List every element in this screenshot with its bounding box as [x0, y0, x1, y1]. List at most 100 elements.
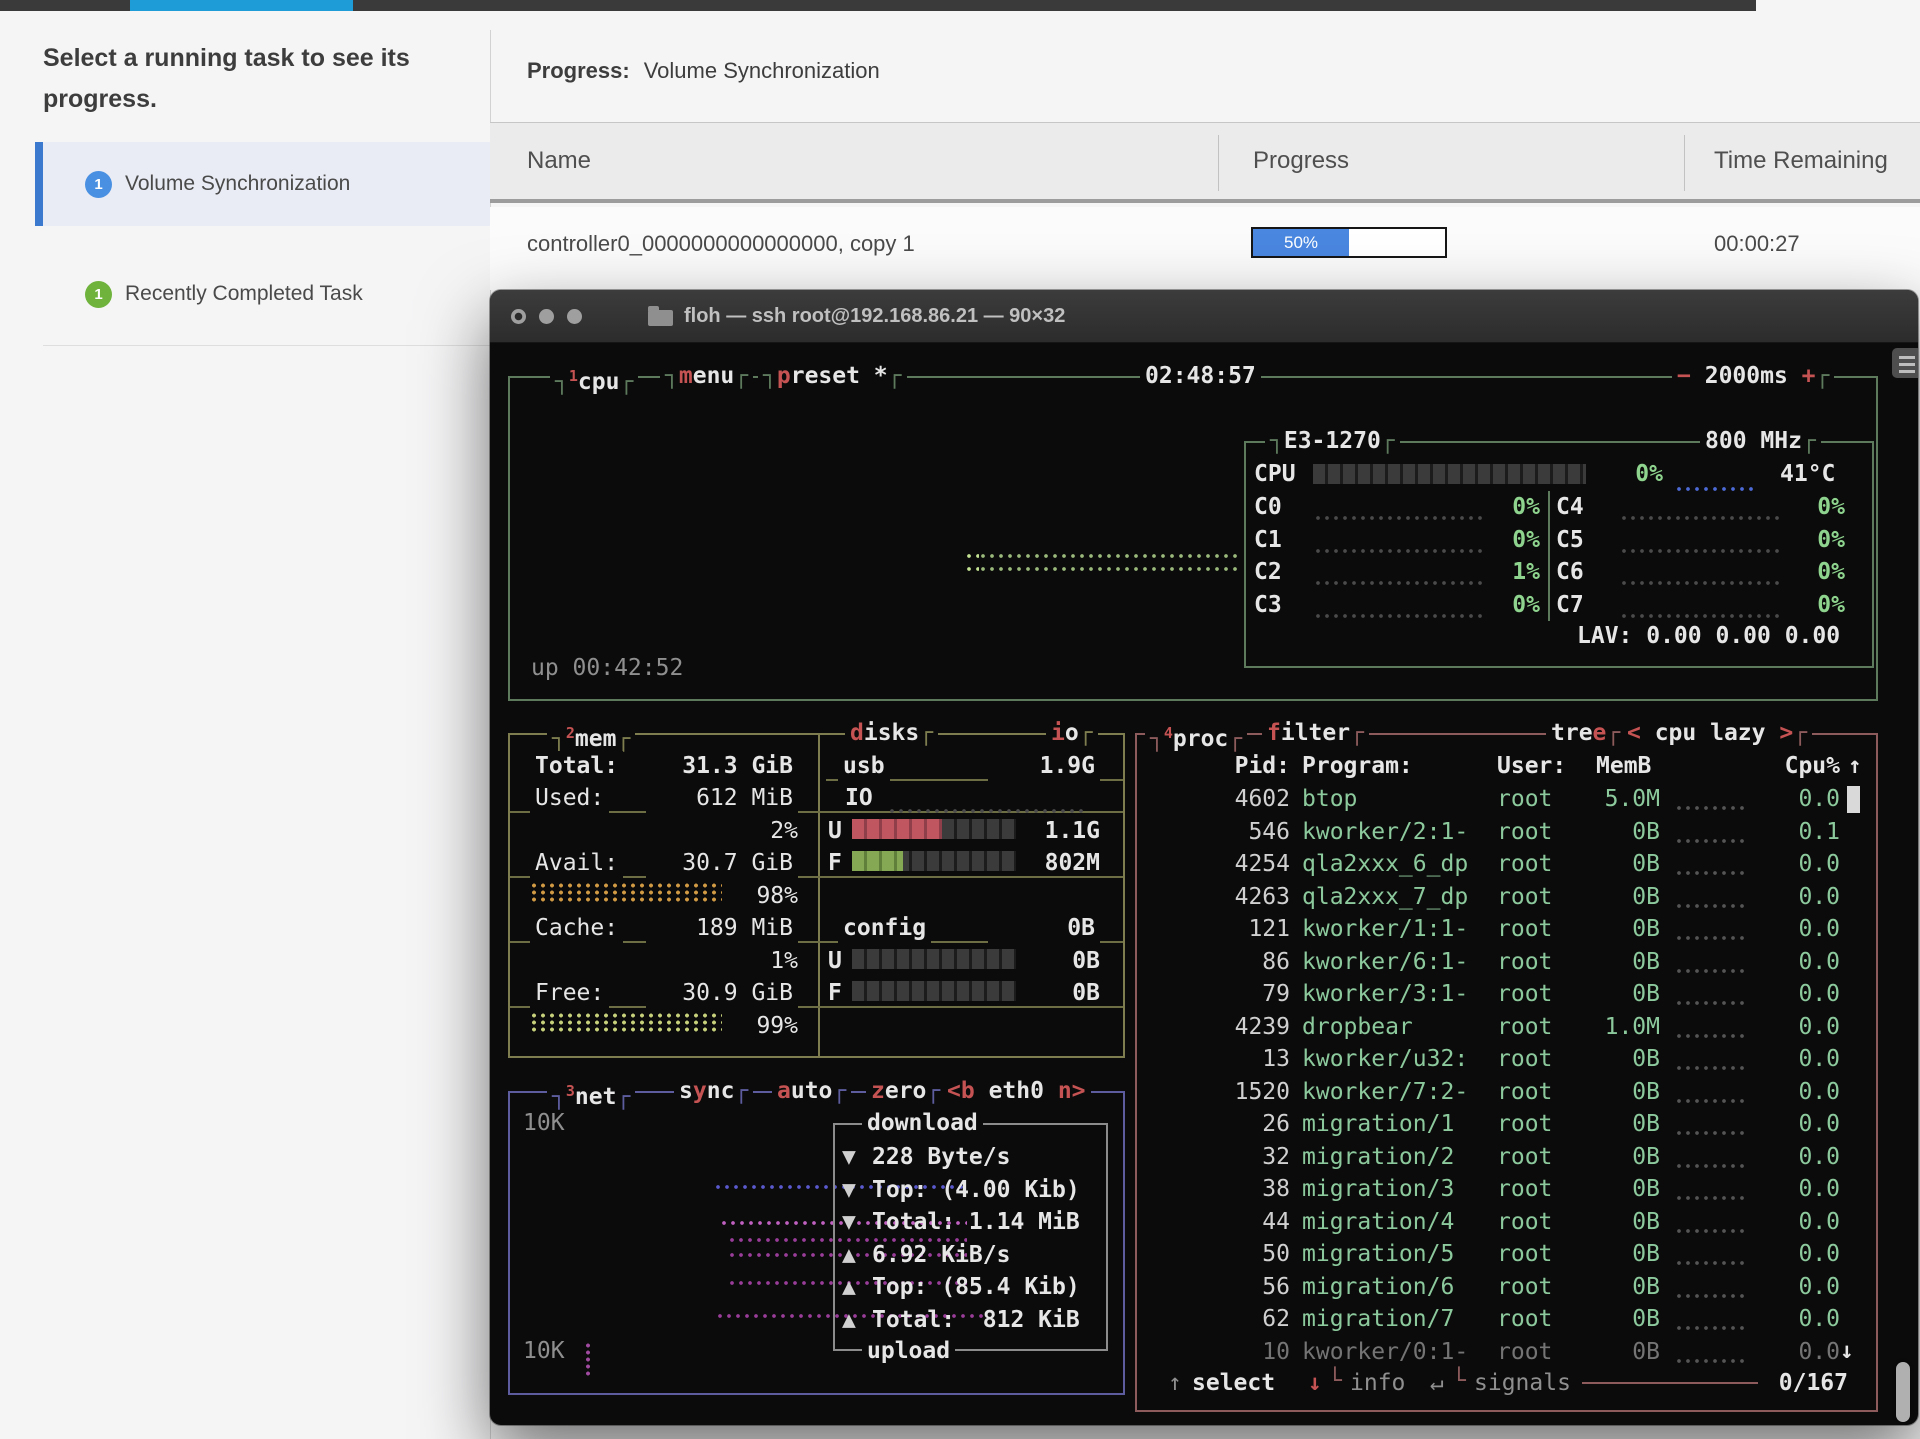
notch-icon: ┌ — [1078, 720, 1093, 746]
proc-header-pid[interactable]: Pid: — [1190, 751, 1290, 781]
process-row[interactable]: 4254 qla2xxx_6_dp root 0B 0.0 — [490, 848, 1878, 881]
process-row[interactable]: 26 migration/1 root 0B 0.0 — [490, 1108, 1878, 1141]
window-minimize-button[interactable] — [539, 309, 554, 324]
proc-tree-button[interactable]: tree┌ — [1546, 718, 1626, 748]
btop-preset-button[interactable]: ┐preset *┌ — [758, 361, 907, 391]
notch-icon: ┐ — [1150, 726, 1164, 752]
hotkey: p — [776, 363, 791, 389]
process-cpu-graph — [1677, 967, 1747, 974]
core-row: C6 0% — [490, 556, 1878, 589]
notch-icon: ┌ — [1228, 726, 1243, 752]
interval-plus-button[interactable]: + — [1802, 363, 1816, 389]
process-pid: 44 — [1262, 1208, 1290, 1235]
folder-icon — [648, 306, 673, 326]
sort-prev-button[interactable]: < — [1627, 720, 1641, 746]
process-row[interactable]: 44 migration/4 root 0B 0.0 — [490, 1206, 1878, 1239]
proc-header-user[interactable]: User: — [1497, 751, 1566, 781]
process-mem: 0B — [1632, 1306, 1660, 1332]
select-up-arrow-icon[interactable]: ↑ — [1168, 1368, 1182, 1398]
process-pid: 50 — [1262, 1241, 1290, 1267]
disk-size: 1.9G — [988, 751, 1100, 781]
btop-interval-control[interactable]: − 2000ms +┌ — [1672, 361, 1835, 391]
cpu-total-pct: 0% — [1635, 461, 1663, 487]
interval-minus-button[interactable]: − — [1677, 363, 1691, 389]
proc-sort-switcher[interactable]: < cpu lazy >┌ — [1622, 718, 1813, 748]
process-cpu-graph — [1677, 1130, 1747, 1136]
progress-task-name: Volume Synchronization — [643, 58, 880, 83]
proc-filter-button[interactable]: filter┌ — [1262, 718, 1369, 748]
notch-icon: ┌ — [1606, 720, 1621, 746]
process-row[interactable]: 86 kworker/6:1- root 0B 0.0 — [490, 946, 1878, 979]
process-cpu: 0.0 — [1798, 786, 1840, 812]
process-row[interactable]: 13 kworker/u32: root 0B 0.0 — [490, 1043, 1878, 1076]
proc-scrollbar-thumb[interactable] — [1847, 786, 1860, 813]
process-row[interactable]: 56 migration/6 root 0B 0.0 — [490, 1271, 1878, 1304]
active-tab-indicator[interactable] — [130, 0, 353, 11]
process-mem: 0B — [1632, 1208, 1660, 1235]
process-row[interactable]: 4239 dropbear root 1.0M 0.0 — [490, 1011, 1878, 1044]
process-row[interactable]: 1520 kworker/7:2- root 0B 0.0 — [490, 1076, 1878, 1109]
process-row[interactable]: 10 kworker/0:1- root 0B 0.0 — [490, 1336, 1878, 1369]
proc-header-program[interactable]: Program: — [1302, 751, 1413, 781]
process-user: root — [1497, 818, 1553, 845]
terminal-scrollbar-thumb[interactable] — [1896, 1362, 1910, 1422]
sort-next-button[interactable]: > — [1779, 720, 1793, 746]
process-cpu-graph — [1677, 1000, 1747, 1006]
task-item-volume-synchronization[interactable]: 1 Volume Synchronization — [35, 142, 490, 226]
process-cpu: 0.0 — [1798, 981, 1840, 1007]
window-close-button[interactable] — [511, 309, 526, 324]
mem-total-label: Total: — [530, 751, 624, 781]
process-row[interactable]: 121 kworker/1:1- root 0B 0.0 — [490, 913, 1878, 946]
notch-icon: ┌ — [1815, 363, 1830, 389]
terminal-list-icon[interactable] — [1892, 348, 1918, 378]
process-user: root — [1497, 1338, 1553, 1365]
cpu-total-meter — [1313, 464, 1586, 484]
proc-select-button[interactable]: select — [1192, 1368, 1275, 1398]
process-row[interactable]: 79 kworker/3:1- root 0B 0.0 — [490, 978, 1878, 1011]
process-name: migration/6 — [1302, 1273, 1455, 1300]
disks-title[interactable]: disks┌ — [845, 718, 939, 748]
proc-signals-button[interactable]: signals — [1474, 1368, 1571, 1398]
process-user: root — [1497, 1078, 1553, 1105]
process-pid: 4602 — [1234, 786, 1290, 812]
notch-icon: ┌ — [1801, 428, 1816, 454]
process-row[interactable]: 4263 qla2xxx_7_dp root 0B 0.0 — [490, 881, 1878, 914]
process-row[interactable]: 32 migration/2 root 0B 0.0 — [490, 1141, 1878, 1174]
core-label: C5 — [1556, 526, 1584, 553]
process-pid: 4263 — [1234, 883, 1290, 910]
process-row[interactable]: 50 migration/5 root 0B 0.0 — [490, 1238, 1878, 1271]
btop-proc-box-title[interactable]: ┐4proc┌ — [1145, 718, 1248, 754]
btop-cpu-box-title[interactable]: ┐1cpu┌ — [550, 361, 639, 397]
proc-info-button[interactable]: info — [1350, 1368, 1405, 1398]
disks-io-toggle[interactable]: io┌ — [1046, 718, 1098, 748]
core-list-right: C4 0% C5 0% C6 0% C7 0% — [490, 491, 1878, 621]
scroll-down-arrow-icon[interactable]: ↓ — [1840, 1336, 1854, 1366]
process-cpu-graph — [1677, 870, 1747, 876]
process-mem: 1.0M — [1604, 1013, 1660, 1040]
process-cpu-graph — [1677, 1325, 1747, 1331]
column-name[interactable]: Name — [527, 147, 591, 175]
process-user: root — [1497, 883, 1553, 910]
process-mem: 0B — [1632, 1111, 1660, 1137]
process-cpu-graph — [1677, 1227, 1747, 1234]
terminal-titlebar[interactable]: floh — ssh root@192.168.86.21 — 90×32 — [490, 290, 1918, 343]
process-row[interactable]: 4602 btop root 5.0M 0.0 — [490, 783, 1878, 816]
proc-header-cpu[interactable]: Cpu% — [1746, 751, 1840, 781]
btop-mem-box-title[interactable]: ┐2mem┌ — [547, 718, 636, 754]
process-name: kworker/1:1- — [1302, 916, 1469, 942]
window-zoom-button[interactable] — [567, 309, 582, 324]
process-pid: 62 — [1262, 1306, 1290, 1332]
column-progress[interactable]: Progress — [1253, 147, 1349, 175]
process-row[interactable]: 38 migration/3 root 0B 0.0 — [490, 1173, 1878, 1206]
process-name: kworker/6:1- — [1302, 948, 1469, 975]
column-time-remaining[interactable]: Time Remaining — [1714, 147, 1888, 175]
btop-menu-button[interactable]: ┐menu┌ — [660, 361, 754, 391]
process-cpu-graph — [1677, 1357, 1747, 1364]
table-row[interactable]: controller0_0000000000000000, copy 1 50%… — [490, 207, 1920, 290]
proc-header-mem[interactable]: MemB — [1596, 751, 1651, 781]
task-item-recently-completed[interactable]: 1 Recently Completed Task — [35, 268, 490, 320]
process-row[interactable]: 62 migration/7 root 0B 0.0 — [490, 1303, 1878, 1336]
process-user: root — [1497, 1241, 1553, 1267]
select-down-arrow-icon[interactable]: ↓ — [1308, 1368, 1322, 1398]
process-row[interactable]: 546 kworker/2:1- root 0B 0.1 — [490, 816, 1878, 849]
